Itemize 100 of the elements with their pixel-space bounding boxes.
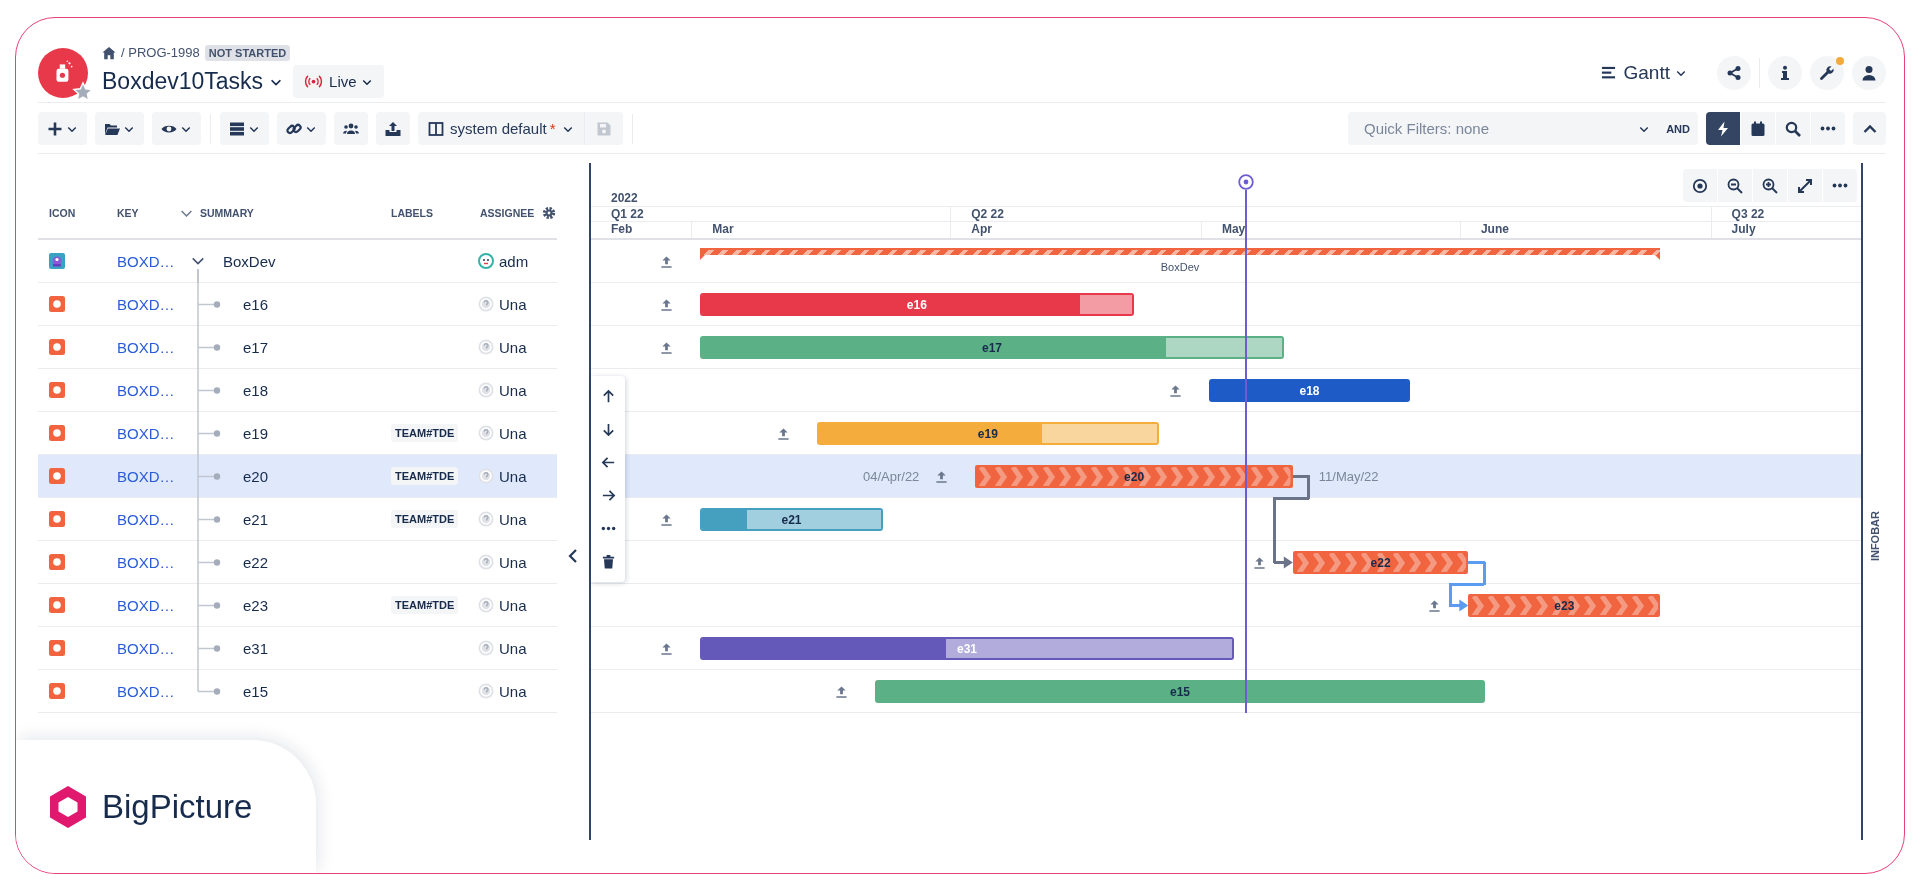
task-bar[interactable]: e21: [699, 508, 884, 531]
brand-logo-icon: [48, 784, 88, 829]
summary-text: e18: [243, 381, 269, 399]
plus-icon: [47, 120, 63, 137]
tree-connector: [197, 541, 221, 584]
issue-key-link[interactable]: BOXD…: [117, 553, 175, 571]
summary-text: e19: [243, 424, 269, 442]
broadcast-icon: [304, 74, 324, 89]
infobar-tab[interactable]: INFOBAR: [1868, 511, 1881, 562]
collapse-panel-icon[interactable]: [567, 548, 579, 564]
more-icon: [1820, 126, 1836, 131]
month-label: July: [1710, 222, 1756, 238]
task-bar[interactable]: e16: [699, 293, 1135, 316]
bolt-button[interactable]: [1706, 112, 1740, 145]
upload-icon[interactable]: [1428, 599, 1442, 612]
wrench-button[interactable]: [1810, 55, 1844, 90]
center-today-button[interactable]: [1683, 169, 1717, 202]
summary-text: e15: [243, 682, 269, 700]
quick-filters-field[interactable]: Quick Filters: none AND: [1348, 112, 1698, 145]
tree-connector: [197, 498, 221, 541]
calendar-button[interactable]: [1741, 112, 1775, 145]
folder-dropdown[interactable]: [95, 112, 144, 145]
upload-icon[interactable]: [659, 513, 673, 526]
zoom-in-button[interactable]: [1753, 169, 1787, 202]
column-header: ICON: [49, 207, 76, 219]
upload-icon[interactable]: [659, 341, 673, 354]
issue-key-link[interactable]: BOXD…: [117, 381, 175, 399]
info-button[interactable]: [1768, 55, 1802, 90]
settings-icon[interactable]: [542, 206, 557, 220]
upload-icon[interactable]: [659, 642, 673, 655]
task-bar[interactable]: e15: [875, 680, 1485, 703]
upload-icon[interactable]: [1252, 556, 1266, 569]
upload-icon[interactable]: [659, 255, 673, 268]
task-bar[interactable]: e17: [699, 336, 1285, 359]
zoom-in-icon: [1762, 177, 1778, 194]
issue-key-link[interactable]: BOXD…: [117, 510, 175, 528]
upload-icon[interactable]: [659, 298, 673, 311]
upload-icon[interactable]: [1169, 384, 1183, 397]
share-icon: [1726, 64, 1742, 81]
view-preset-dropdown[interactable]: system default *: [418, 112, 584, 145]
indent-icon[interactable]: [600, 488, 616, 503]
task-icon: [49, 640, 65, 656]
upload-icon[interactable]: [935, 470, 949, 483]
upload-icon[interactable]: [835, 685, 849, 698]
task-bar[interactable]: e22: [1292, 551, 1469, 574]
assignee-name: Una: [499, 596, 527, 614]
add-dropdown[interactable]: [38, 112, 87, 145]
issue-key-link[interactable]: BOXD…: [117, 338, 175, 356]
summary-text: e22: [243, 553, 269, 571]
issue-key-link[interactable]: BOXD…: [117, 596, 175, 614]
dependency-arrow[interactable]: [1448, 561, 1486, 612]
summary-bar[interactable]: [699, 248, 1661, 260]
assignee-name: Una: [499, 682, 527, 700]
share-button[interactable]: [1717, 55, 1751, 90]
issue-key-link[interactable]: BOXD…: [117, 424, 175, 442]
more-icon[interactable]: [600, 526, 616, 531]
issue-key-link[interactable]: BOXD…: [117, 295, 175, 313]
export-button[interactable]: [376, 112, 410, 145]
link-dropdown[interactable]: [277, 112, 326, 145]
assignee-name: Una: [499, 510, 527, 528]
label-tag: TEAM#TDE: [391, 467, 459, 485]
zoom-out-button[interactable]: [1718, 169, 1752, 202]
issue-key-link[interactable]: BOXD…: [117, 252, 175, 270]
home-icon[interactable]: [102, 45, 116, 60]
more-button[interactable]: [1823, 169, 1857, 202]
tree-connector: [197, 584, 221, 627]
task-bar[interactable]: e23: [1468, 594, 1661, 617]
upload-icon[interactable]: [776, 427, 790, 440]
brand-name: BigPicture: [102, 787, 253, 826]
fullscreen-button[interactable]: [1788, 169, 1822, 202]
collapse-toolbar-button[interactable]: [1853, 112, 1886, 145]
search-button[interactable]: [1776, 112, 1810, 145]
project-title-dropdown[interactable]: Boxdev10Tasks: [102, 68, 284, 95]
view-switcher-dropdown[interactable]: Gantt: [1600, 61, 1687, 84]
today-marker-icon[interactable]: [1237, 174, 1254, 190]
issue-key-link[interactable]: BOXD…: [117, 467, 175, 485]
dependency-arrow[interactable]: [1273, 475, 1311, 569]
summary-text: e20: [243, 467, 269, 485]
people-button[interactable]: [334, 112, 368, 145]
summary-text: e31: [243, 639, 269, 657]
rows-dropdown[interactable]: [220, 112, 269, 145]
columns-icon: [428, 120, 444, 137]
filter-operator[interactable]: AND: [1666, 122, 1690, 135]
issue-key-link[interactable]: BOXD…: [117, 682, 175, 700]
user-button[interactable]: [1852, 55, 1886, 90]
delete-icon[interactable]: [600, 554, 616, 569]
task-icon: [49, 683, 65, 699]
issue-key-link[interactable]: BOXD…: [117, 639, 175, 657]
view-dropdown[interactable]: [152, 112, 201, 145]
breadcrumb-link[interactable]: / PROG-1998: [121, 45, 200, 60]
task-bar[interactable]: e20: [975, 465, 1293, 488]
more-button[interactable]: [1811, 112, 1845, 145]
assignee-name: Una: [499, 553, 527, 571]
summary-text: e21: [243, 510, 269, 528]
mode-dropdown[interactable]: Live: [293, 65, 384, 98]
list-icon: [1600, 65, 1616, 80]
outdent-icon[interactable]: [600, 455, 616, 470]
assignee-name: adm: [499, 252, 529, 270]
task-bar[interactable]: e19: [816, 422, 1160, 445]
task-bar[interactable]: e18: [1209, 379, 1410, 402]
